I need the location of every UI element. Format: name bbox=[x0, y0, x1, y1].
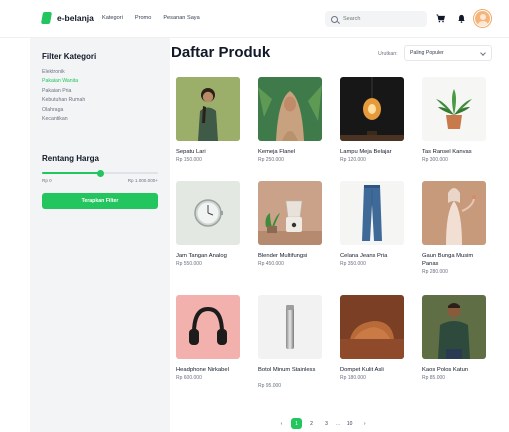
product-name: Headphone Nirkabel bbox=[176, 367, 229, 373]
product-price: Rp 550.000 bbox=[176, 261, 202, 267]
category-item-pakaian-wanita[interactable]: Pakaian Wanita bbox=[42, 78, 85, 84]
price-max-label: Rp 1.000.000+ bbox=[127, 178, 158, 183]
search-icon bbox=[331, 15, 338, 23]
product-name: Kemeja Flanel bbox=[258, 149, 296, 155]
product-image bbox=[422, 181, 486, 245]
category-item-kecantikan[interactable]: Kecantikan bbox=[42, 116, 85, 122]
product-price: Rp 85.000 bbox=[422, 375, 446, 381]
product-image bbox=[176, 295, 240, 359]
category-item-elektronik[interactable]: Elektronik bbox=[42, 69, 85, 75]
product-image bbox=[340, 295, 404, 359]
filter-title: Filter Kategori bbox=[42, 52, 97, 61]
product-card[interactable]: Kemeja Flanel Rp 250.000 bbox=[254, 73, 326, 173]
product-image bbox=[340, 181, 404, 245]
category-list: Elektronik Pakaian Wanita Pakaian Pria K… bbox=[42, 69, 85, 122]
product-card[interactable]: Kaos Polos Katun Rp 85.000 bbox=[418, 291, 490, 399]
product-image bbox=[258, 295, 322, 359]
nav-item-kategori[interactable]: Kategori bbox=[102, 15, 123, 21]
brand-name: e-belanja bbox=[57, 13, 94, 23]
product-price: Rp 280.000 bbox=[422, 269, 448, 275]
product-card[interactable]: Sepatu Lari Rp 150.000 bbox=[172, 73, 244, 173]
product-card[interactable]: Gaun Bunga Musim Panas Rp 280.000 bbox=[418, 177, 490, 285]
product-card[interactable]: Jam Tangan Analog Rp 550.000 bbox=[172, 177, 244, 285]
category-item-kebutuhan-rumah[interactable]: Kebutuhan Rumah bbox=[42, 97, 85, 103]
sort-label: Urutkan: bbox=[378, 51, 398, 57]
price-slider-handle[interactable] bbox=[96, 169, 104, 177]
pagination-page-last[interactable]: 10 bbox=[344, 418, 356, 429]
nav-item-pesanan-saya[interactable]: Pesanan Saya bbox=[163, 15, 199, 21]
product-price: Rp 120.000 bbox=[340, 157, 366, 163]
bell-icon[interactable] bbox=[457, 14, 466, 23]
product-name: Gaun Bunga Musim Panas bbox=[422, 253, 474, 267]
product-image bbox=[176, 181, 240, 245]
category-item-pakaian-pria[interactable]: Pakaian Pria bbox=[42, 88, 85, 94]
nav-item-promo[interactable]: Promo bbox=[135, 15, 151, 21]
product-name: Kaos Polos Katun bbox=[422, 367, 469, 373]
product-card[interactable]: Headphone Nirkabel Rp 600.000 bbox=[172, 291, 244, 399]
product-image bbox=[258, 181, 322, 245]
category-item-olahraga[interactable]: Olahraga bbox=[42, 107, 85, 113]
product-price: Rp 95.000 bbox=[258, 383, 282, 389]
brand-logo-icon bbox=[40, 12, 53, 24]
product-card[interactable]: Celana Jeans Pria Rp 350.000 bbox=[336, 177, 408, 285]
pagination-prev-button[interactable]: ‹ bbox=[276, 418, 287, 429]
page: e-belanja Kategori Promo Pesanan Saya Fi… bbox=[0, 0, 509, 432]
product-card[interactable]: Blender Multifungsi Rp 450.000 bbox=[254, 177, 326, 285]
product-image bbox=[340, 77, 404, 141]
product-name: Botol Minum Stainless bbox=[258, 367, 316, 373]
product-price: Rp 350.000 bbox=[340, 261, 366, 267]
product-card[interactable]: Dompet Kulit Asli Rp 180.000 bbox=[336, 291, 408, 399]
apply-filter-button[interactable]: Terapkan Filter bbox=[42, 193, 158, 209]
price-slider[interactable] bbox=[42, 169, 158, 177]
product-name: Tas Ransel Kanvas bbox=[422, 149, 472, 155]
product-image bbox=[258, 77, 322, 141]
pagination-next-button[interactable]: › bbox=[359, 418, 371, 429]
product-card[interactable]: Lampu Meja Belajar Rp 120.000 bbox=[336, 73, 408, 173]
product-price: Rp 600.000 bbox=[176, 375, 202, 381]
search-input[interactable] bbox=[343, 16, 423, 22]
product-price: Rp 150.000 bbox=[176, 157, 202, 163]
product-name: Sepatu Lari bbox=[176, 149, 206, 155]
top-header: e-belanja Kategori Promo Pesanan Saya bbox=[0, 0, 509, 38]
product-card[interactable]: Botol Minum Stainless Rp 95.000 bbox=[254, 291, 326, 399]
product-price: Rp 450.000 bbox=[258, 261, 284, 267]
price-slider-fill bbox=[42, 172, 100, 174]
chevron-down-icon bbox=[480, 50, 486, 56]
cart-icon[interactable] bbox=[436, 14, 445, 23]
main-nav: Kategori Promo Pesanan Saya bbox=[102, 15, 200, 21]
product-price: Rp 180.000 bbox=[340, 375, 366, 381]
product-name: Celana Jeans Pria bbox=[340, 253, 388, 259]
brand-logo[interactable]: e-belanja bbox=[40, 12, 94, 24]
pagination-ellipsis: ... bbox=[336, 420, 341, 427]
page-title: Daftar Produk bbox=[171, 44, 271, 61]
pagination-page-1[interactable]: 1 bbox=[291, 418, 302, 429]
product-name: Blender Multifungsi bbox=[258, 253, 308, 259]
product-image bbox=[422, 77, 486, 141]
product-price: Rp 300.000 bbox=[422, 157, 448, 163]
sort-select[interactable]: Paling Populer bbox=[404, 45, 492, 61]
avatar[interactable] bbox=[474, 10, 491, 27]
product-name: Jam Tangan Analog bbox=[176, 253, 227, 259]
product-card[interactable]: Tas Ransel Kanvas Rp 300.000 bbox=[418, 73, 490, 173]
product-image bbox=[422, 295, 486, 359]
pagination: ‹ 1 2 3 ... 10 › bbox=[276, 418, 371, 429]
product-price: Rp 250.000 bbox=[258, 157, 284, 163]
pagination-page-2[interactable]: 2 bbox=[306, 418, 317, 429]
pagination-page-3[interactable]: 3 bbox=[321, 418, 332, 429]
product-image bbox=[176, 77, 240, 141]
filter-sidebar: Filter Kategori Elektronik Pakaian Wanit… bbox=[30, 38, 170, 432]
sort-select-value: Paling Populer bbox=[410, 50, 444, 56]
price-range-title: Rentang Harga bbox=[42, 154, 99, 163]
search-box[interactable] bbox=[325, 11, 427, 27]
product-name: Dompet Kulit Asli bbox=[340, 367, 384, 373]
price-min-label: Rp 0 bbox=[42, 178, 52, 183]
product-name: Lampu Meja Belajar bbox=[340, 149, 392, 155]
